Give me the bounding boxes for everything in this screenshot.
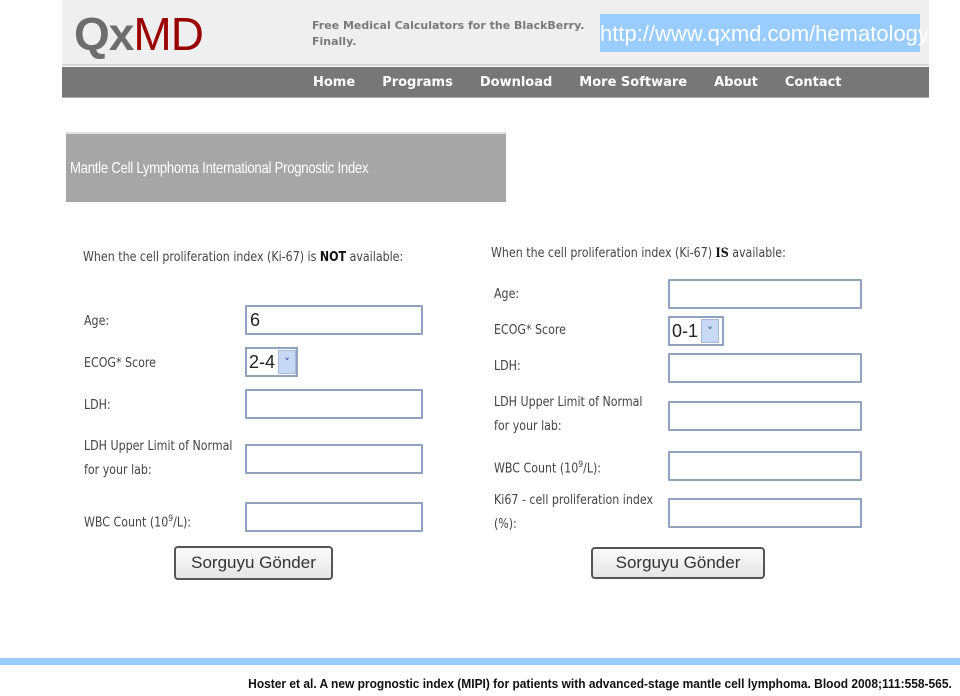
ecog-selected-value: 2-4 (249, 351, 276, 372)
form-heading: When the cell proliferation index (Ki-67… (491, 246, 786, 261)
ldh-uln-label: LDH Upper Limit of Normal for your lab: (494, 395, 643, 434)
ki67-label: Ki67 - cell proliferation index (%): (494, 493, 654, 532)
nav-items: Home Programs Download More Software Abo… (313, 67, 869, 97)
logo-md: MD (133, 8, 204, 60)
ecog-label: ECOG* Score (84, 356, 156, 371)
nav-download[interactable]: Download (480, 67, 552, 97)
nav-home[interactable]: Home (313, 67, 355, 97)
ldh-uln-label: LDH Upper Limit of Normal for your lab: (84, 439, 233, 478)
ecog-label: ECOG* Score (494, 323, 566, 338)
tagline: Free Medical Calculators for the BlackBe… (312, 18, 584, 50)
footer-divider (0, 658, 960, 665)
qxmd-logo[interactable]: QxMD (74, 6, 204, 62)
nav-about[interactable]: About (714, 67, 758, 97)
nav-contact[interactable]: Contact (785, 67, 842, 97)
form-heading: When the cell proliferation index (Ki-67… (83, 250, 404, 265)
ldh-uln-input[interactable] (668, 401, 862, 431)
citation: Hoster et al. A new prognostic index (MI… (248, 676, 952, 691)
wbc-label: WBC Count (109/L): (494, 460, 602, 477)
chevron-down-icon[interactable]: ˅ (701, 319, 720, 343)
header-divider (62, 64, 929, 66)
age-input[interactable] (245, 305, 423, 335)
tagline-line-1: Free Medical Calculators for the BlackBe… (312, 19, 585, 32)
submit-button[interactable]: Sorguyu Gönder (174, 546, 333, 580)
is-emphasis: IS (715, 246, 729, 261)
ecog-select[interactable]: 2-4 ˅ (245, 347, 298, 377)
ecog-select[interactable]: 0-1 ˅ (668, 316, 724, 346)
ldh-uln-input[interactable] (245, 444, 423, 474)
chevron-down-icon[interactable]: ˅ (278, 350, 296, 374)
wbc-input[interactable] (668, 451, 862, 481)
ldh-label: LDH: (494, 359, 521, 374)
age-label: Age: (494, 287, 520, 302)
nav-bar: Home Programs Download More Software Abo… (62, 67, 929, 98)
age-label: Age: (84, 314, 110, 329)
page-title: Mantle Cell Lymphoma International Progn… (70, 160, 369, 177)
wbc-input[interactable] (245, 502, 423, 532)
url-banner: http://www.qxmd.com/hematology (600, 14, 929, 52)
ecog-selected-value: 0-1 (672, 320, 699, 341)
wbc-label: WBC Count (109/L): (84, 514, 192, 531)
ldh-label: LDH: (84, 398, 111, 413)
nav-programs[interactable]: Programs (382, 67, 453, 97)
page-title-bar: Mantle Cell Lymphoma International Progn… (66, 132, 506, 202)
not-emphasis: NOT (319, 250, 347, 265)
ldh-input[interactable] (668, 353, 862, 383)
tagline-line-2: Finally. (312, 35, 357, 48)
age-input[interactable] (668, 279, 862, 309)
nav-more-software[interactable]: More Software (579, 67, 687, 97)
logo-qx: Qx (74, 8, 134, 60)
submit-button[interactable]: Sorguyu Gönder (591, 547, 765, 579)
ldh-input[interactable] (245, 389, 423, 419)
ki67-input[interactable] (668, 498, 862, 528)
